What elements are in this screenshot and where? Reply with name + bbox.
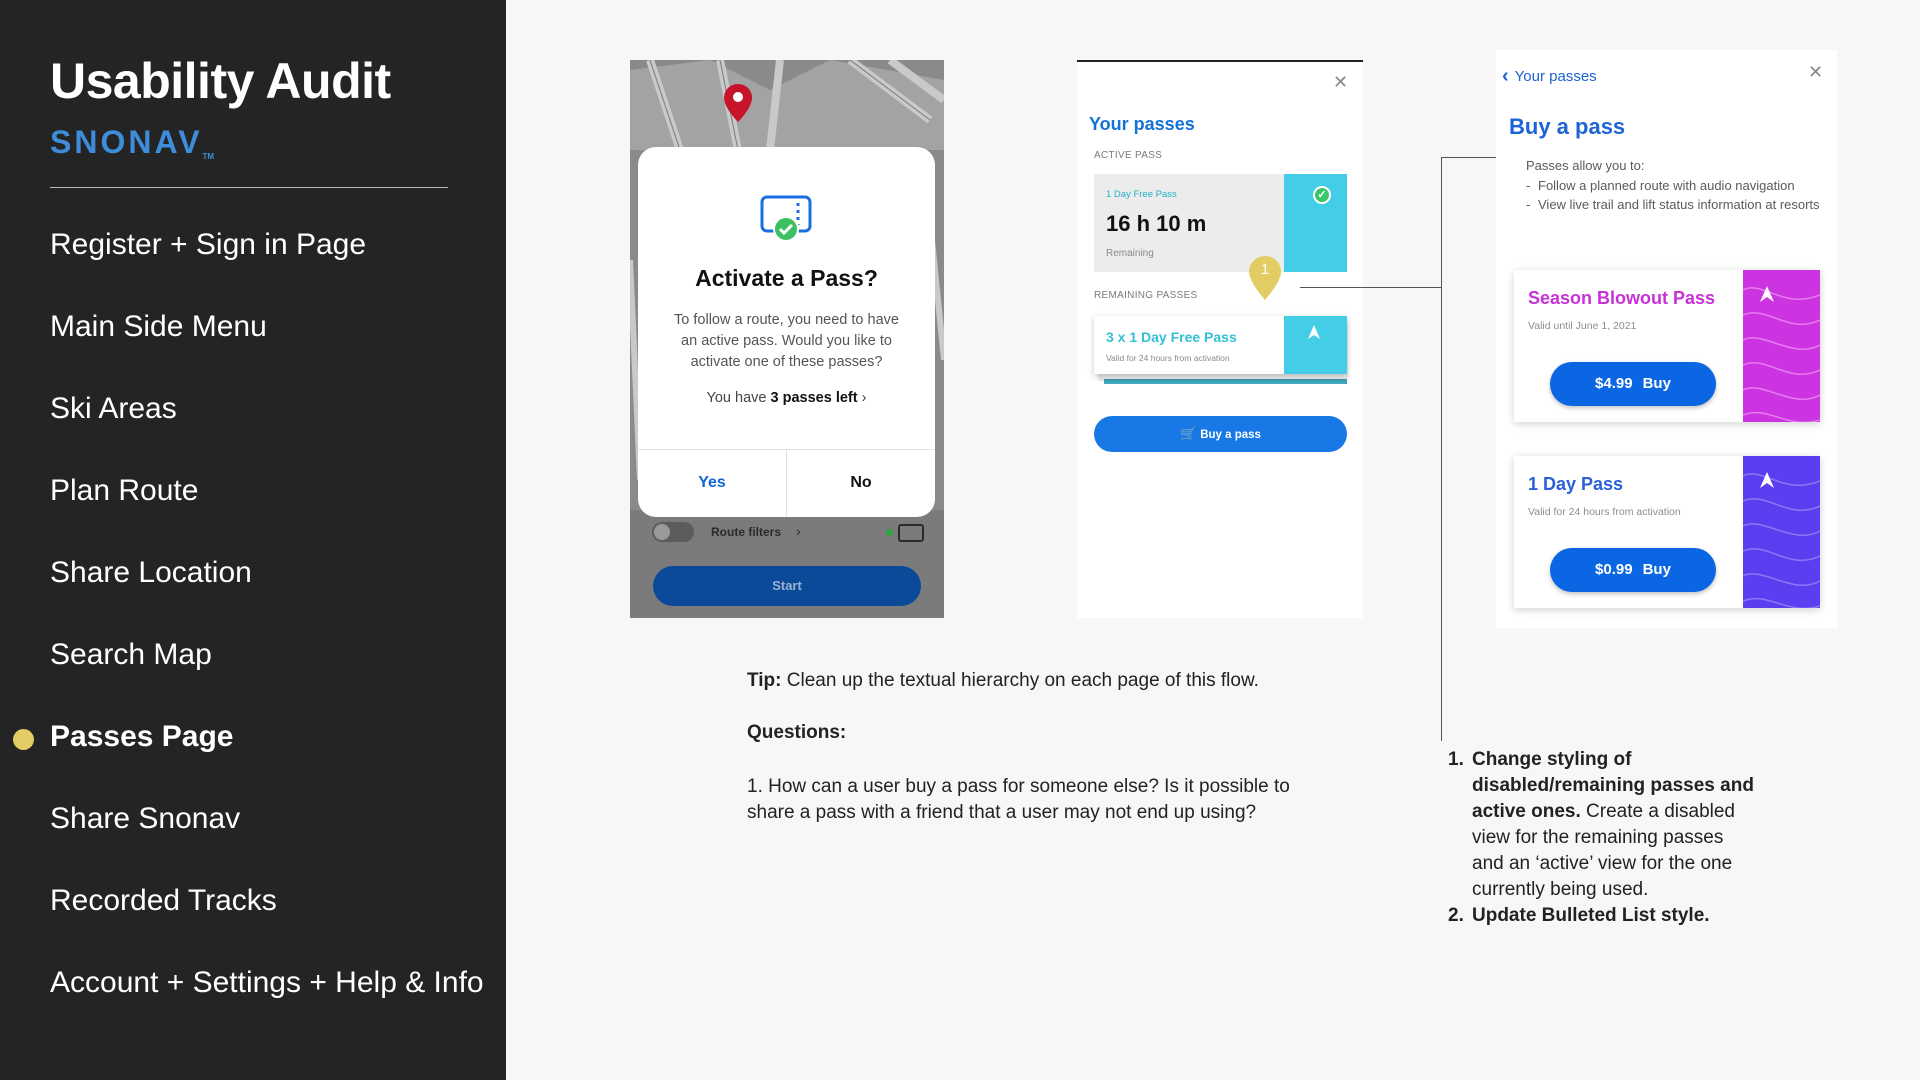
connector-line-1: [1300, 287, 1442, 288]
season-pass-card: Season Blowout Pass Valid until June 1, …: [1514, 270, 1820, 422]
question-item: 1. How can a user buy a pass for someone…: [747, 776, 1290, 823]
map-view-icon[interactable]: [898, 524, 924, 542]
item-number: 2.: [1448, 905, 1464, 926]
marker-1-number: 1: [1260, 261, 1270, 278]
location-pin-icon: [724, 84, 752, 122]
recommendation-title: Update Bulleted List style.: [1472, 905, 1710, 926]
your-passes-screenshot: ✕ Your passes ACTIVE PASS 1 Day Free Pas…: [1077, 60, 1363, 618]
buy-label: Buy: [1642, 375, 1671, 392]
tip-label: Tip:: [747, 670, 782, 691]
topographic-pattern: [1743, 456, 1820, 608]
start-button[interactable]: Start: [653, 566, 921, 606]
remaining-pass-name: 3 x 1 Day Free Pass: [1106, 329, 1237, 345]
remaining-pass-card[interactable]: 3 x 1 Day Free Pass Valid for 24 hours f…: [1094, 316, 1347, 374]
route-filters-label[interactable]: Route filters: [711, 525, 781, 539]
dialog-title: Activate a Pass?: [695, 265, 878, 291]
connector-line-vertical: [1441, 157, 1442, 741]
buy-a-pass-button[interactable]: 🛒 Buy a pass: [1094, 416, 1347, 452]
sidebar-item-plan-route[interactable]: Plan Route: [50, 474, 198, 508]
sidebar-item-recorded-tracks[interactable]: Recorded Tracks: [50, 884, 277, 918]
active-pass-card[interactable]: 1 Day Free Pass 16 h 10 m Remaining ✓: [1094, 174, 1347, 272]
passes-left-link[interactable]: You have 3 passes left ›: [638, 390, 935, 406]
buy-day-pass-button[interactable]: $0.99 Buy: [1550, 548, 1716, 592]
navigation-arrow-icon: [1760, 472, 1774, 488]
tip-text: Clean up the textual hierarchy on each p…: [786, 670, 1259, 691]
pass-validity: Valid until June 1, 2021: [1528, 320, 1637, 332]
buy-a-pass-title: Buy a pass: [1509, 114, 1626, 139]
checkmark-icon: ✓: [1313, 186, 1331, 204]
close-icon[interactable]: ✕: [1333, 72, 1348, 93]
your-passes-title: Your passes: [1089, 114, 1195, 134]
active-pass-label: ACTIVE PASS: [1094, 150, 1163, 161]
route-filters-toggle[interactable]: [652, 522, 694, 542]
passes-intro: Passes allow you to:: [1526, 158, 1645, 173]
sidebar-item-passes-page[interactable]: Passes Page: [50, 720, 233, 754]
active-pass-time: 16 h 10 m: [1106, 211, 1207, 236]
cart-icon: 🛒: [1180, 426, 1197, 441]
audit-title: Usability Audit: [50, 53, 391, 109]
recommendation-item: 1. Change styling of disabled/remaining p…: [1448, 747, 1758, 903]
back-link-label: Your passes: [1514, 68, 1597, 85]
snonav-logo-text: SNONAV: [50, 124, 203, 160]
chevron-right-icon: ›: [861, 390, 867, 406]
pass-name: 1 Day Pass: [1528, 474, 1624, 494]
passes-left-value: 3 passes left: [770, 390, 858, 406]
remaining-pass-validity: Valid for 24 hours from activation: [1106, 353, 1230, 363]
item-number: 1.: [1448, 749, 1464, 770]
pass-validity: Valid for 24 hours from activation: [1528, 506, 1681, 518]
activate-pass-screenshot: Route filters › Start Activate a Pass? T…: [630, 60, 944, 618]
buy-a-pass-screenshot: ‹ Your passes ✕ Buy a pass Passes allow y…: [1496, 50, 1837, 628]
sidebar-divider: [50, 187, 448, 188]
buy-season-pass-button[interactable]: $4.99 Buy: [1550, 362, 1716, 406]
navigation-arrow-icon: [1760, 286, 1774, 302]
no-button[interactable]: No: [787, 449, 935, 517]
activate-pass-dialog: Activate a Pass? To follow a route, you …: [638, 147, 935, 517]
sidebar-item-search-map[interactable]: Search Map: [50, 638, 212, 672]
yes-button[interactable]: Yes: [638, 449, 786, 517]
questions-heading: Questions:: [747, 722, 847, 743]
topographic-pattern: [1743, 270, 1820, 422]
pass-activate-icon: [760, 195, 812, 242]
tip-note: Tip: Clean up the textual hierarchy on e…: [747, 670, 1307, 692]
day-pass-card: 1 Day Pass Valid for 24 hours from activ…: [1514, 456, 1820, 608]
benefit-item: Follow a planned route with audio naviga…: [1526, 176, 1826, 195]
active-item-indicator: [13, 729, 34, 750]
passes-benefits-list: Follow a planned route with audio naviga…: [1526, 176, 1826, 214]
status-dot: [886, 529, 893, 536]
close-icon[interactable]: ✕: [1808, 62, 1823, 83]
chevron-left-icon: ‹: [1502, 65, 1509, 87]
passes-left-prefix: You have: [706, 390, 767, 406]
active-pass-remaining: Remaining: [1106, 248, 1154, 259]
benefit-item: View live trail and lift status informat…: [1526, 195, 1826, 214]
navigation-arrow-icon: [1308, 325, 1320, 339]
sidebar-item-main-side-menu[interactable]: Main Side Menu: [50, 310, 267, 344]
pass-price: $0.99: [1595, 561, 1633, 578]
active-pass-name: 1 Day Free Pass: [1106, 189, 1177, 200]
remaining-passes-label: REMAINING PASSES: [1094, 290, 1198, 301]
logo-trademark: TM: [202, 152, 215, 161]
buy-a-pass-label: Buy a pass: [1200, 429, 1261, 441]
back-link[interactable]: ‹ Your passes: [1502, 64, 1597, 87]
sidebar-item-share-snonav[interactable]: Share Snonav: [50, 802, 240, 836]
recommendation-item: 2. Update Bulleted List style.: [1448, 903, 1758, 929]
sidebar-item-share-location[interactable]: Share Location: [50, 556, 252, 590]
audit-sidebar: Usability Audit SNONAVTM Register + Sign…: [0, 0, 506, 1080]
chevron-right-icon: ›: [796, 523, 801, 539]
snonav-logo: SNONAVTM: [50, 124, 214, 161]
pass-name: Season Blowout Pass: [1528, 288, 1716, 308]
sidebar-item-account-settings-help[interactable]: Account + Settings + Help & Info: [50, 966, 484, 1000]
dialog-body: To follow a route, you need to have an a…: [674, 312, 899, 370]
sidebar-item-ski-areas[interactable]: Ski Areas: [50, 392, 177, 426]
pass-price: $4.99: [1595, 375, 1633, 392]
sidebar-item-register-sign-in[interactable]: Register + Sign in Page: [50, 228, 366, 262]
buy-label: Buy: [1642, 561, 1671, 578]
recommendations-list: 1. Change styling of disabled/remaining p…: [1448, 747, 1758, 929]
